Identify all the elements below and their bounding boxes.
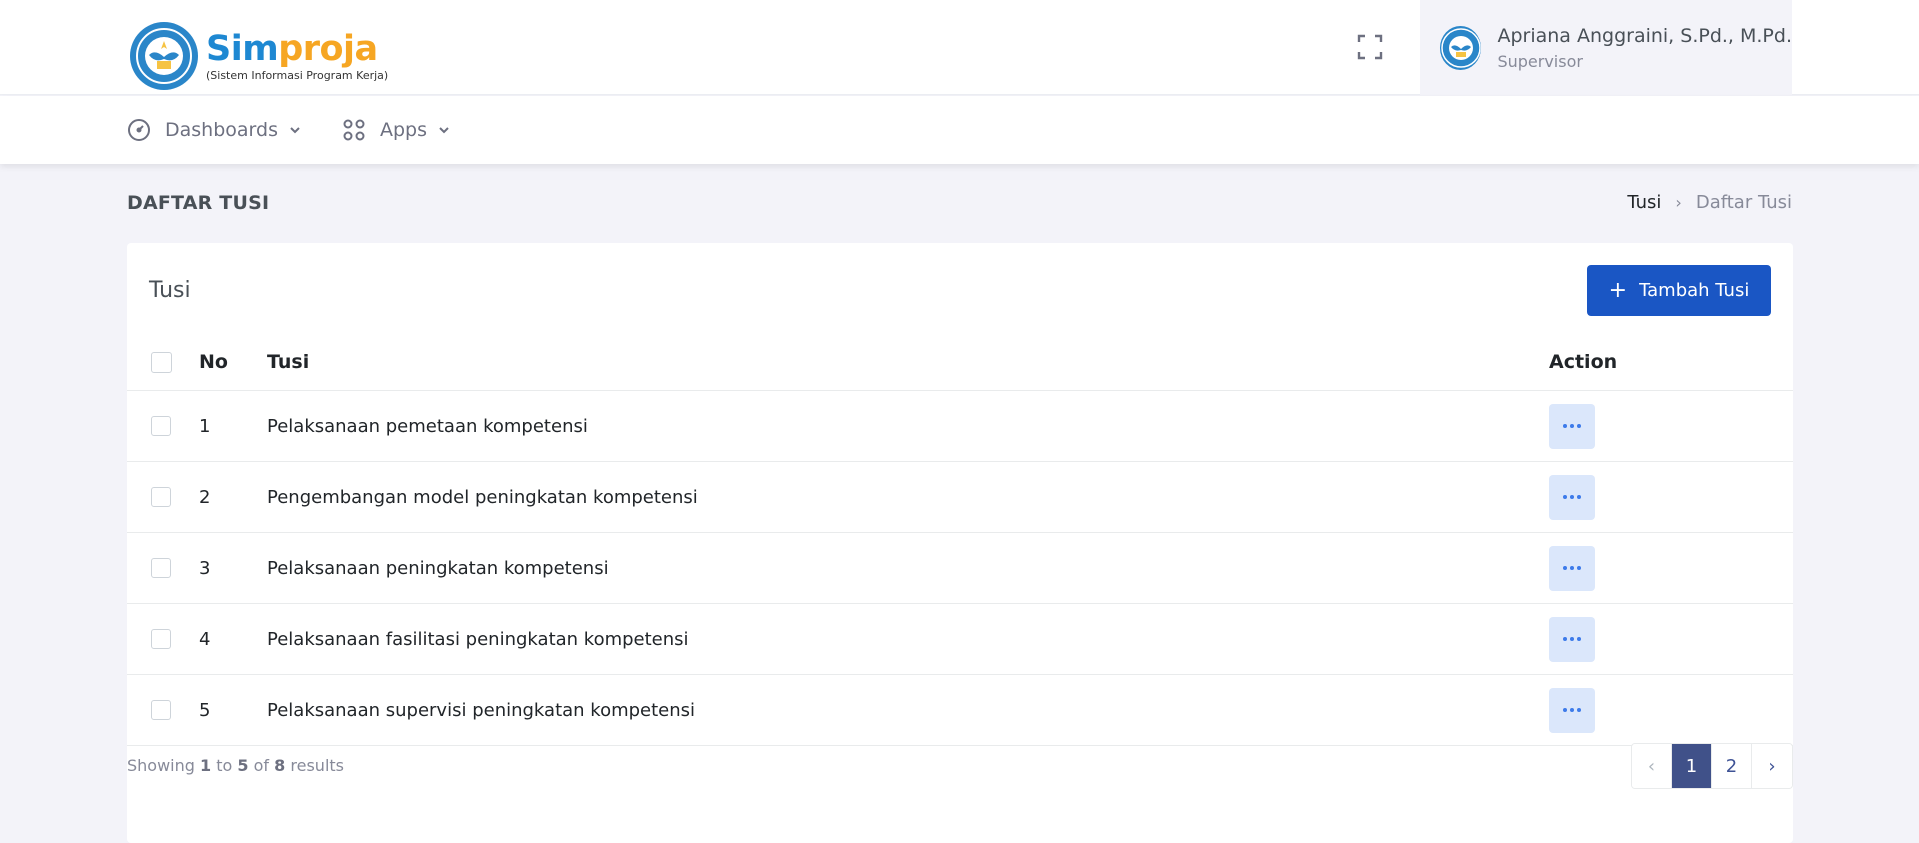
table-row: 3 Pelaksanaan peningkatan kompetensi bbox=[127, 533, 1793, 604]
row-tusi: Pelaksanaan peningkatan kompetensi bbox=[267, 557, 609, 579]
breadcrumb: Tusi › Daftar Tusi bbox=[1627, 192, 1792, 213]
table-row: 5 Pelaksanaan supervisi peningkatan komp… bbox=[127, 675, 1793, 746]
column-header-tusi: Tusi bbox=[267, 351, 310, 373]
row-tusi: Pelaksanaan supervisi peningkatan kompet… bbox=[267, 699, 696, 721]
row-checkbox[interactable] bbox=[151, 487, 171, 507]
row-tusi: Pelaksanaan pemetaan kompetensi bbox=[267, 415, 588, 437]
table-header: No Tusi Action bbox=[127, 333, 1793, 391]
avatar bbox=[1440, 25, 1482, 70]
row-tusi: Pelaksanaan fasilitasi peningkatan kompe… bbox=[267, 628, 689, 650]
pagination-prev-button[interactable]: ‹ bbox=[1632, 744, 1672, 788]
fullscreen-icon bbox=[1357, 34, 1383, 60]
row-no: 4 bbox=[199, 628, 211, 650]
nav-dashboards[interactable]: Dashboards bbox=[127, 96, 302, 164]
row-checkbox[interactable] bbox=[151, 629, 171, 649]
app-title: Simproja bbox=[206, 29, 378, 69]
tusi-table: No Tusi Action 1 Pelaksanaan pemetaan ko… bbox=[127, 333, 1793, 746]
user-role: Supervisor bbox=[1497, 51, 1583, 71]
row-action-button[interactable] bbox=[1549, 403, 1595, 449]
nav-apps-label: Apps bbox=[380, 119, 428, 141]
row-no: 3 bbox=[199, 557, 211, 579]
logo[interactable]: Simproja (Sistem Informasi Program Kerja… bbox=[130, 22, 388, 90]
column-header-no: No bbox=[199, 351, 228, 373]
pagination-page-1[interactable]: 1 bbox=[1672, 744, 1712, 788]
chevron-right-icon: › bbox=[1675, 193, 1682, 212]
pagination: ‹ 1 2 › bbox=[1631, 743, 1793, 789]
table-row: 2 Pengembangan model peningkatan kompete… bbox=[127, 462, 1793, 533]
results-summary: Showing 1 to 5 of 8 results bbox=[127, 756, 344, 775]
fullscreen-button[interactable] bbox=[1355, 30, 1385, 64]
row-checkbox[interactable] bbox=[151, 558, 171, 578]
row-checkbox[interactable] bbox=[151, 700, 171, 720]
row-checkbox[interactable] bbox=[151, 416, 171, 436]
column-header-action: Action bbox=[1549, 351, 1618, 373]
select-all-checkbox[interactable] bbox=[151, 351, 172, 373]
page-title: DAFTAR TUSI bbox=[127, 192, 270, 214]
row-no: 1 bbox=[199, 415, 211, 437]
table-row: 1 Pelaksanaan pemetaan kompetensi bbox=[127, 391, 1793, 462]
row-action-button[interactable] bbox=[1549, 687, 1595, 733]
plus-icon: + bbox=[1608, 277, 1628, 303]
table-footer: Showing 1 to 5 of 8 results ‹ 1 2 › bbox=[127, 743, 1793, 789]
row-tusi: Pengembangan model peningkatan kompetens… bbox=[267, 486, 698, 508]
pagination-next-button[interactable]: › bbox=[1752, 744, 1792, 788]
more-horizontal-icon bbox=[1563, 708, 1581, 712]
add-tusi-label: Tambah Tusi bbox=[1639, 280, 1750, 301]
app-subtitle: (Sistem Informasi Program Kerja) bbox=[206, 69, 389, 82]
top-header: Simproja (Sistem Informasi Program Kerja… bbox=[0, 0, 1919, 95]
row-no: 2 bbox=[199, 486, 211, 508]
chevron-down-icon bbox=[290, 127, 300, 134]
grid-icon bbox=[343, 119, 365, 141]
more-horizontal-icon bbox=[1563, 566, 1581, 570]
row-action-button[interactable] bbox=[1549, 616, 1595, 662]
user-menu[interactable]: Apriana Anggraini, S.Pd., M.Pd. Supervis… bbox=[1420, 0, 1792, 95]
more-horizontal-icon bbox=[1563, 495, 1581, 499]
row-action-button[interactable] bbox=[1549, 474, 1595, 520]
nav-apps[interactable]: Apps bbox=[342, 96, 451, 164]
tut-wuri-handayani-emblem-icon bbox=[130, 22, 198, 90]
breadcrumb-tusi[interactable]: Tusi bbox=[1627, 192, 1661, 213]
row-no: 5 bbox=[199, 699, 211, 721]
pagination-page-2[interactable]: 2 bbox=[1712, 744, 1752, 788]
gauge-icon bbox=[128, 119, 150, 141]
tusi-card: Tusi + Tambah Tusi No Tusi Action 1 Pela… bbox=[127, 243, 1793, 843]
chevron-down-icon bbox=[439, 127, 449, 134]
user-name: Apriana Anggraini, S.Pd., M.Pd. bbox=[1497, 24, 1792, 47]
main-nav: Dashboards Apps bbox=[0, 96, 1919, 164]
nav-dashboards-label: Dashboards bbox=[165, 119, 278, 141]
table-row: 4 Pelaksanaan fasilitasi peningkatan kom… bbox=[127, 604, 1793, 675]
card-title: Tusi bbox=[149, 278, 191, 303]
add-tusi-button[interactable]: + Tambah Tusi bbox=[1587, 265, 1771, 316]
breadcrumb-daftar-tusi: Daftar Tusi bbox=[1695, 192, 1792, 213]
row-action-button[interactable] bbox=[1549, 545, 1595, 591]
more-horizontal-icon bbox=[1563, 424, 1581, 428]
more-horizontal-icon bbox=[1563, 637, 1581, 641]
